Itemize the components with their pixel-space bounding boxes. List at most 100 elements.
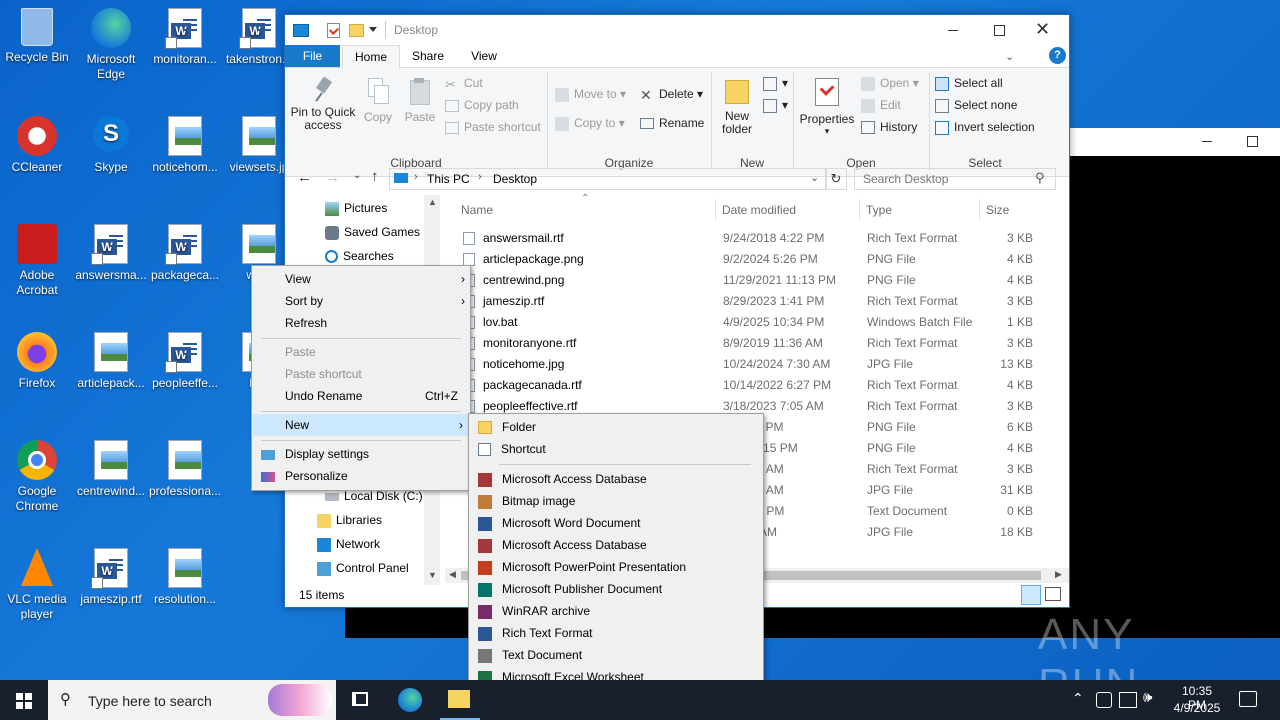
breadcrumb-desktop[interactable]: Desktop [493,172,537,186]
desktop-icon[interactable]: centrewind... [74,440,148,499]
menu-item-undo-rename[interactable]: Undo Rename Ctrl+Z [285,385,458,407]
menu-item-display-settings[interactable]: Display settings [261,443,369,465]
submenu-item[interactable]: Microsoft Publisher Document [478,578,662,600]
edge-taskbar-icon[interactable] [398,688,422,712]
notification-icon[interactable] [1239,691,1257,707]
search-box[interactable]: Search Desktop ⚲ [854,168,1056,190]
move-to-button[interactable]: Move to ▾ [555,87,626,102]
up-arrow-icon[interactable]: ↑ [371,168,379,185]
desktop-icon[interactable]: Recycle Bin [0,8,74,65]
desktop-icon[interactable]: Wpackageca... [148,224,222,283]
rename-button[interactable]: Rename [640,116,704,130]
column-header-date[interactable]: Date modified [722,203,796,217]
tab-file[interactable]: File [285,45,340,67]
file-row[interactable]: articlepackage.png 9/2/2024 5:26 PM PNG Fi… [445,249,1045,270]
task-view-icon[interactable] [352,692,368,706]
taskbar-search-box[interactable]: ⚲ Type here to search [48,680,336,720]
nav-item-libraries[interactable]: Libraries [317,508,382,532]
help-icon[interactable]: ? [1049,47,1066,64]
desktop-icon[interactable]: Google Chrome [0,440,74,514]
easy-access-button[interactable]: ▾ [763,98,788,113]
minimize-icon[interactable] [948,30,958,31]
file-row[interactable]: monitoranyone.rtf 8/9/2019 11:36 AM Rich T… [445,333,1045,354]
delete-button[interactable]: ✕ Delete ▾ [640,87,703,102]
paste-button[interactable]: Paste [401,78,439,124]
desktop-icon[interactable]: Wanswersma... [74,224,148,283]
desktop-icon[interactable]: S Skype [74,116,148,175]
minimize-icon[interactable] [1202,141,1212,142]
desktop-icon[interactable]: Adobe Acrobat [0,224,74,298]
search-input[interactable]: Search Desktop [863,172,948,186]
close-icon[interactable]: ✕ [1035,19,1050,40]
desktop-icon[interactable]: professiona... [148,440,222,499]
breadcrumb-this-pc[interactable]: This PC [427,172,470,186]
back-arrow-icon[interactable]: ← [297,169,312,186]
maximize-icon[interactable] [1247,136,1258,147]
menu-item-refresh[interactable]: Refresh [285,312,327,334]
address-bar[interactable]: › This PC › Desktop ⌄ [389,168,827,190]
column-header-name[interactable]: Name [461,203,493,217]
refresh-icon[interactable]: ↻ [825,168,847,190]
show-hidden-icons-icon[interactable]: ⌃ [1072,690,1084,707]
new-folder-quick-icon[interactable] [349,24,364,37]
scroll-down-icon[interactable]: ▼ [428,570,437,580]
large-icons-view-icon[interactable] [1045,587,1061,601]
select-all-button[interactable]: Select all [935,76,1003,91]
desktop-icon[interactable]: Wjameszip.rtf [74,548,148,607]
copy-to-button[interactable]: Copy to ▾ [555,116,625,131]
menu-item-new[interactable]: New › [253,414,469,436]
pin-to-quick-access-button[interactable]: Pin to Quick access [289,76,357,132]
new-item-button[interactable]: ▾ [763,76,788,91]
desktop-icon[interactable]: Firefox [0,332,74,391]
file-row[interactable]: noticehome.jpg 10/24/2024 7:30 AM JPG File… [445,354,1045,375]
submenu-item[interactable]: WinRAR archive [478,600,590,622]
desktop-icon[interactable]: CCleaner [0,116,74,175]
desktop-icon[interactable]: Wpeopleeffe... [148,332,222,391]
scroll-up-icon[interactable]: ▲ [428,197,437,207]
properties-button[interactable]: Properties ▾ [797,78,857,137]
network-status-icon[interactable] [1119,692,1137,708]
open-button[interactable]: Open ▾ [861,76,919,91]
taskbar-search-input[interactable]: Type here to search [88,693,212,709]
recent-locations-icon[interactable]: ⌄ [353,170,361,181]
nav-item-network[interactable]: Network [317,532,380,556]
menu-item-paste[interactable]: Paste [285,341,316,363]
customize-quick-access-icon[interactable] [369,27,377,32]
file-row[interactable]: answersmail.rtf 9/24/2018 4:22 PM Rich Tex… [445,228,1045,249]
scroll-left-icon[interactable]: ◀ [449,569,456,580]
menu-item-sort-by[interactable]: Sort by › [285,290,465,312]
file-row[interactable]: jameszip.rtf 8/29/2023 1:41 PM Rich Text F… [445,291,1045,312]
clock-date[interactable]: 4/9/2025 [1172,701,1222,715]
column-header-size[interactable]: Size [986,203,1009,217]
file-row[interactable]: lov.bat 4/9/2025 10:34 PM Windows Batch Fi… [445,312,1045,333]
tab-view[interactable]: View [457,45,511,67]
network-tray-icon[interactable] [1096,692,1112,708]
file-row[interactable]: centrewind.png 11/29/2021 11:13 PM PNG Fil… [445,270,1045,291]
submenu-item[interactable]: Rich Text Format [478,622,592,644]
details-view-icon[interactable] [1021,585,1041,605]
copy-path-button[interactable]: Copy path [445,98,519,112]
scroll-right-icon[interactable]: ▶ [1055,569,1062,580]
nav-item-pictures[interactable]: Pictures [325,196,387,220]
volume-icon[interactable]: 🕪 [1143,689,1152,706]
desktop-icon[interactable]: resolution... [148,548,222,607]
submenu-item[interactable]: Microsoft Word Document [478,512,641,534]
desktop-icon[interactable]: articlepack... [74,332,148,391]
maximize-icon[interactable] [994,25,1005,36]
copy-button[interactable]: Copy [361,78,395,124]
expand-ribbon-icon[interactable]: ⌄ [1005,50,1014,63]
desktop-icon[interactable]: VLC media player [0,548,74,622]
submenu-item-shortcut[interactable]: Shortcut [478,438,546,460]
edit-button[interactable]: Edit [861,98,901,113]
address-dropdown-icon[interactable]: ⌄ [810,171,819,184]
tab-home[interactable]: Home [342,45,400,69]
submenu-item[interactable]: Microsoft Access Database [478,468,647,490]
submenu-item[interactable]: Microsoft PowerPoint Presentation [478,556,686,578]
start-button[interactable] [0,680,48,720]
invert-selection-button[interactable]: Invert selection [935,120,1035,135]
column-header-type[interactable]: Type [866,203,892,217]
paste-shortcut-button[interactable]: Paste shortcut [445,120,541,134]
file-explorer-taskbar-icon[interactable] [440,680,480,720]
menu-item-view[interactable]: View › [285,268,465,290]
menu-item-paste-shortcut[interactable]: Paste shortcut [285,363,362,385]
